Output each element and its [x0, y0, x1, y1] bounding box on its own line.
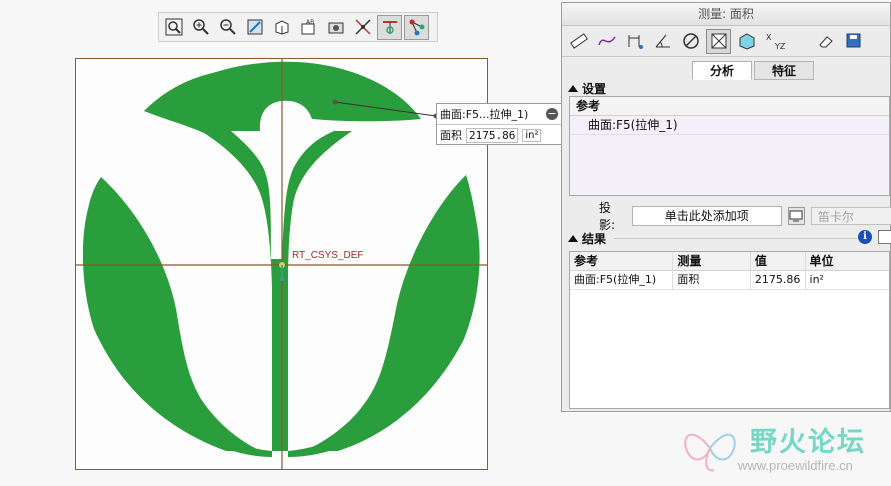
- datum-display-button[interactable]: [350, 15, 375, 40]
- projection-add-button[interactable]: 单击此处添加项: [631, 206, 782, 226]
- setup-header: 设置: [582, 82, 607, 96]
- repaint-button[interactable]: [242, 15, 267, 40]
- measure-panel: 测量: 面积 X YZ 分析 特征 设置 参考 曲面:F5(拉伸_1) 投影: 单…: [561, 2, 891, 412]
- save-icon: [846, 33, 860, 48]
- results-table: 参考 测量 值 单位 曲面:F5(拉伸_1) 面积 2175.86 in²: [569, 251, 890, 409]
- callout-area-row: 面积 2175.86 in²: [437, 125, 561, 145]
- annotation-display-button[interactable]: [404, 14, 429, 40]
- callout-surface-row: 曲面:F5...拉伸_1) −: [437, 104, 561, 125]
- column-reference[interactable]: 参考: [570, 252, 674, 270]
- zoom-fit-button[interactable]: [161, 15, 186, 40]
- view-toolbar: AB: [158, 12, 438, 42]
- angle-icon: [655, 34, 670, 48]
- spin-center-button[interactable]: [377, 14, 402, 40]
- green-logo-surface: [82, 61, 480, 457]
- row-reference: 曲面:F5(拉伸_1): [570, 271, 674, 289]
- results-header-row: 参考 测量 值 单位: [570, 252, 889, 271]
- svg-text:YZ: YZ: [774, 42, 785, 51]
- projection-label: 投影:: [599, 201, 616, 232]
- leader-anchor-icon[interactable]: [332, 99, 338, 105]
- results-section-toggle[interactable]: 结果: [568, 230, 606, 247]
- tab-feature[interactable]: 特征: [754, 61, 814, 80]
- callout-area-label: 面积: [440, 129, 462, 142]
- zoom-out-icon: [219, 19, 236, 35]
- distance-icon: [628, 35, 643, 49]
- display-style-button[interactable]: [323, 15, 348, 40]
- column-measure[interactable]: 测量: [673, 252, 751, 270]
- diameter-button[interactable]: [678, 29, 703, 54]
- transform-button[interactable]: X YZ: [762, 29, 787, 54]
- row-value: 2175.86: [751, 271, 806, 289]
- collapse-triangle-icon: [568, 235, 578, 242]
- reference-header: 参考: [570, 97, 889, 116]
- column-unit[interactable]: 单位: [806, 252, 889, 270]
- butterfly-logo-icon: [684, 433, 736, 472]
- row-unit: in²: [809, 273, 824, 286]
- distance-points-button[interactable]: [622, 29, 647, 54]
- info-icon[interactable]: i: [858, 230, 872, 244]
- zoom-out-button[interactable]: [215, 15, 240, 40]
- zoom-fit-icon: [165, 18, 182, 36]
- callout-area-value: 2175.86: [466, 127, 519, 143]
- collapse-triangle-icon: [568, 85, 578, 92]
- monitor-icon: [789, 210, 803, 222]
- distance-button[interactable]: [566, 29, 591, 54]
- reference-item[interactable]: 曲面:F5(拉伸_1): [570, 116, 889, 135]
- watermark-title: 野火论坛: [750, 427, 866, 458]
- volume-button[interactable]: [734, 29, 759, 54]
- callout-surface-label: 曲面:F5...拉伸_1): [440, 108, 529, 121]
- svg-text:AB: AB: [306, 19, 314, 26]
- projection-view-button[interactable]: [787, 207, 805, 225]
- zoom-in-button[interactable]: [188, 15, 213, 40]
- curve-length-icon: [597, 36, 616, 46]
- results-divider: [614, 238, 857, 239]
- save-button[interactable]: [841, 29, 866, 54]
- measure-type-toolbar: X YZ: [562, 26, 890, 57]
- datum-display-icon: [354, 19, 371, 35]
- angle-button[interactable]: [650, 29, 675, 54]
- repaint-icon: [247, 19, 262, 35]
- collapse-icon[interactable]: −: [546, 108, 558, 120]
- tab-analysis[interactable]: 分析: [692, 61, 752, 80]
- volume-icon: [739, 33, 754, 50]
- csys-label: RT_CSYS_DEF: [292, 250, 364, 261]
- results-header: 结果: [582, 232, 607, 246]
- panel-title: 测量: 面积: [562, 3, 890, 26]
- saved-views-icon: AB: [301, 19, 314, 35]
- measure-callout[interactable]: 曲面:F5...拉伸_1) − 面积 2175.86 in²: [436, 103, 562, 145]
- callout-unit: in²: [522, 128, 542, 142]
- eraser-icon: [818, 36, 833, 48]
- row-measure: 面积: [673, 271, 751, 289]
- watermark-url: www.proewildfire.cn: [738, 458, 853, 473]
- coord-system-value: 笛卡尔: [817, 210, 854, 224]
- setup-section-toggle[interactable]: 设置: [568, 80, 606, 97]
- annotation-display-icon: [409, 19, 424, 36]
- orientation-icon: [275, 20, 288, 35]
- coord-system-select[interactable]: 笛卡尔: [810, 207, 891, 225]
- area-icon: [711, 33, 726, 49]
- model-viewport[interactable]: [75, 58, 488, 470]
- clear-button[interactable]: [813, 29, 838, 54]
- orientation-button[interactable]: [269, 15, 294, 40]
- reference-collector[interactable]: 参考 曲面:F5(拉伸_1): [569, 96, 890, 196]
- panel-tabs: 分析 特征: [692, 61, 816, 80]
- list-icon[interactable]: [878, 230, 891, 244]
- projection-row: 投影: 单击此处添加项 笛卡尔: [599, 199, 891, 233]
- length-button[interactable]: [594, 29, 619, 54]
- transform-icon: XYZ: [766, 33, 785, 51]
- display-style-icon: [328, 22, 343, 34]
- column-value[interactable]: 值: [751, 252, 806, 270]
- area-button[interactable]: [706, 28, 731, 54]
- ruler-icon: [569, 33, 588, 49]
- diameter-icon: [682, 33, 699, 49]
- zoom-in-icon: [192, 19, 209, 35]
- svg-text:X: X: [766, 33, 772, 42]
- spin-center-icon: [382, 21, 397, 34]
- saved-views-button[interactable]: AB: [296, 15, 321, 40]
- table-row[interactable]: 曲面:F5(拉伸_1) 面积 2175.86 in²: [570, 271, 889, 290]
- csys-end-icon: [280, 277, 284, 281]
- model-graphics: [76, 59, 487, 469]
